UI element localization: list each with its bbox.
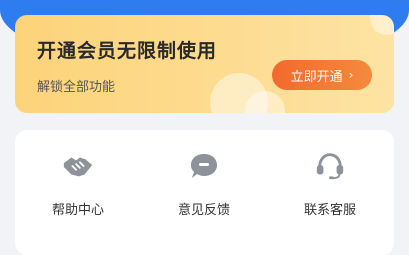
vip-subtitle: 解锁全部功能 xyxy=(37,80,116,95)
tool-label: 意见反馈 xyxy=(177,203,230,218)
vip-banner[interactable]: 开通会员无限制使用 解锁全部功能 立即开通 › xyxy=(15,15,394,113)
headset-icon xyxy=(314,152,346,180)
open-vip-button-label: 立即开通 xyxy=(290,69,343,85)
handshake-icon xyxy=(62,152,94,180)
tool-customer-service[interactable]: 联系客服 xyxy=(267,130,393,241)
tool-label: 帮助中心 xyxy=(51,203,104,218)
chat-bubble-icon xyxy=(188,152,220,180)
tool-feedback[interactable]: 意见反馈 xyxy=(141,130,267,241)
vip-title: 开通会员无限制使用 xyxy=(37,40,218,62)
open-vip-button[interactable]: 立即开通 › xyxy=(272,60,372,90)
chevron-right-icon: › xyxy=(348,68,354,82)
tools-panel: 帮助中心 意见反馈 联系客服 xyxy=(15,130,394,255)
tool-label: 联系客服 xyxy=(303,203,356,218)
decorative-bubble xyxy=(370,15,394,35)
tool-help-center[interactable]: 帮助中心 xyxy=(15,130,141,241)
